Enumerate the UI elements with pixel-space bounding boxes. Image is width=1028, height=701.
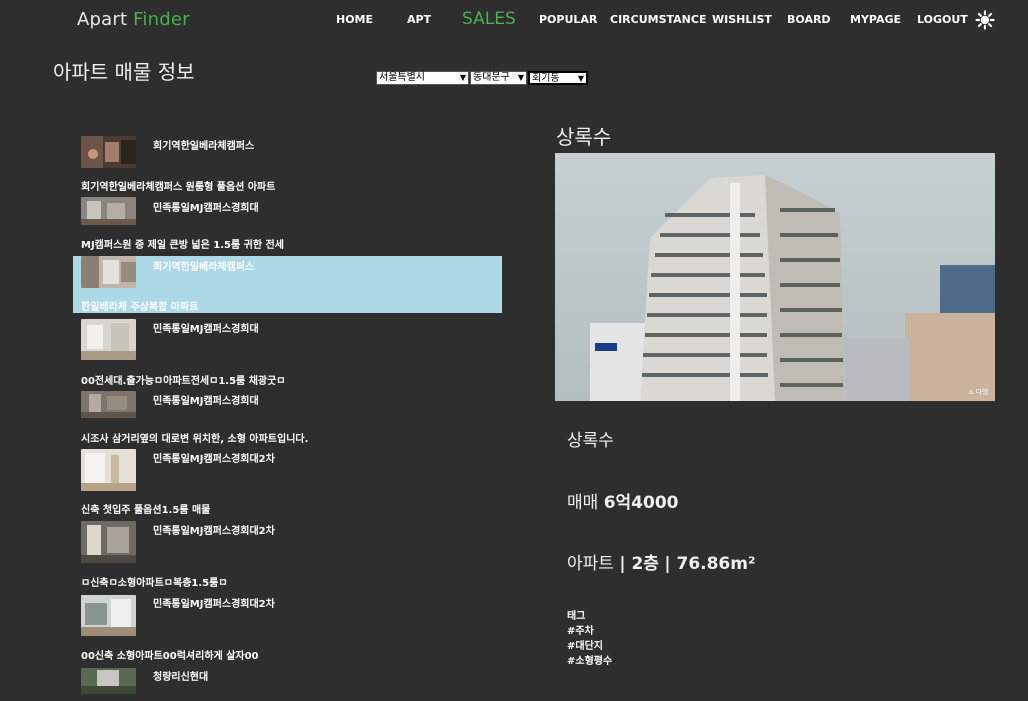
list-item[interactable]: 회기역한일베라체캠퍼스 회기역한일베라체캠퍼스 원룸형 풀옵션 아파트 [73,130,502,193]
list-item[interactable]: 민족통일MJ캠퍼스경희대 00전세대.출가능ㅁ아파트전세ㅁ1.5룸 채광굿ㅁ [73,318,502,387]
chevron-down-icon: ▼ [517,73,524,82]
listing-desc: 한일베라체 주상복합 아파트 [81,302,199,313]
listing-name: 청량리신현대 [153,672,209,683]
list-item[interactable]: 민족통일MJ캠퍼스경희대 MJ캠퍼스원 중 제일 큰방 넓은 1.5룸 귀한 전… [73,194,502,252]
list-item[interactable]: 민족통일MJ캠퍼스경희대2차 00신축 소형아파트00럭셔리하게 살자00 [73,593,502,663]
listing-name: 민족통일MJ캠퍼스경희대2차 [153,526,275,537]
listing-desc: 회기역한일베라체캠퍼스 원룸형 풀옵션 아파트 [81,182,276,193]
listing-name: 민족통일MJ캠퍼스경희대 [153,396,259,407]
nav-board[interactable]: BOARD [787,13,831,26]
nav-sales[interactable]: SALES [462,9,516,29]
listing-desc: 신축 첫입주 풀옵션1.5룸 매물 [81,505,211,516]
listing-thumbnail [81,521,136,563]
listing-thumbnail [81,595,136,636]
listing-thumbnail [81,391,136,418]
chevron-down-icon: ▼ [459,73,466,82]
tags-label: 태그 [567,611,586,622]
price-label: 매매 [567,493,599,513]
listing-desc: 시조사 삼거리옆의 대로변 위치한, 소형 아파트입니다. [81,434,309,445]
apartment-photo: ⌂ 다방 [555,153,995,401]
listing-name: 민족통일MJ캠퍼스경희대2차 [153,599,275,610]
listing-name: 회기역한일베라체캠퍼스 [153,262,255,273]
svg-text:⌂ 다방: ⌂ 다방 [969,387,989,396]
list-item[interactable]: 민족통일MJ캠퍼스경희대 시조사 삼거리옆의 대로변 위치한, 소형 아파트입니… [73,390,502,448]
nav-wishlist[interactable]: WISHLIST [712,13,772,26]
dong-select-value: 회기동 [532,73,560,84]
tag-item: #대단지 [567,641,603,652]
detail-spec: 아파트 | 2층 | 76.86m² [567,554,756,574]
listing-thumbnail [81,668,136,694]
page-title: 아파트 매물 정보 [53,60,195,84]
spec-floor: 2층 [631,554,659,574]
list-item[interactable]: 청량리신현대 [73,666,502,701]
nav-mypage[interactable]: MYPAGE [850,13,901,26]
listing-name: 민족통일MJ캠퍼스경희대 [153,203,259,214]
list-item-selected[interactable]: 회기역한일베라체캠퍼스 한일베라체 주상복합 아파트 [73,256,502,313]
listing-thumbnail [81,197,136,225]
city-select-value: 서울특별시 [379,72,425,83]
listing-thumbnail [81,136,136,168]
spec-type: 아파트 [567,554,614,574]
nav-apt[interactable]: APT [407,13,431,26]
detail-name: 상록수 [567,431,614,451]
listing-desc: 00신축 소형아파트00럭셔리하게 살자00 [81,651,259,662]
chevron-down-icon: ▼ [577,74,584,83]
listing-name: 회기역한일베라체캠퍼스 [153,141,255,152]
spec-area: 76.86m² [676,554,756,574]
nav-logout[interactable]: LOGOUT [917,13,968,26]
dong-select[interactable]: 회기동 ▼ [528,71,588,85]
district-select[interactable]: 동대문구 ▼ [470,71,527,85]
list-item[interactable]: 민족통일MJ캠퍼스경희대2차 ㅁ신축ㅁ소형아파트ㅁ복층1.5룸ㅁ [73,520,502,590]
tag-item: #주차 [567,626,594,637]
listing-thumbnail [81,449,136,491]
list-item[interactable]: 민족통일MJ캠퍼스경희대2차 신축 첫입주 풀옵션1.5룸 매물 [73,448,502,518]
top-nav: HOME APT SALES POPULAR CIRCUMSTANCE WISH… [0,0,1028,40]
detail-title: 상록수 [556,125,612,149]
city-select[interactable]: 서울특별시 ▼ [376,71,469,85]
listing-thumbnail [81,256,136,288]
listing-desc: MJ캠퍼스원 중 제일 큰방 넓은 1.5룸 귀한 전세 [81,240,284,251]
sun-icon[interactable] [975,10,995,30]
listing-thumbnail [81,319,136,360]
listing-desc: ㅁ신축ㅁ소형아파트ㅁ복층1.5룸ㅁ [81,578,228,589]
listing-desc: 00전세대.출가능ㅁ아파트전세ㅁ1.5룸 채광굿ㅁ [81,376,286,387]
nav-circumstance[interactable]: CIRCUMSTANCE [610,13,706,26]
price-value: 6억4000 [603,493,679,513]
detail-tags: 태그 #주차 #대단지 #소형평수 [567,609,612,669]
tag-item: #소형평수 [567,656,613,667]
district-select-value: 동대문구 [473,72,510,83]
listing-name: 민족통일MJ캠퍼스경희대 [153,324,259,335]
nav-popular[interactable]: POPULAR [539,13,597,26]
listing-name: 민족통일MJ캠퍼스경희대2차 [153,454,275,465]
nav-home[interactable]: HOME [336,13,373,26]
detail-price: 매매 6억4000 [567,488,678,513]
